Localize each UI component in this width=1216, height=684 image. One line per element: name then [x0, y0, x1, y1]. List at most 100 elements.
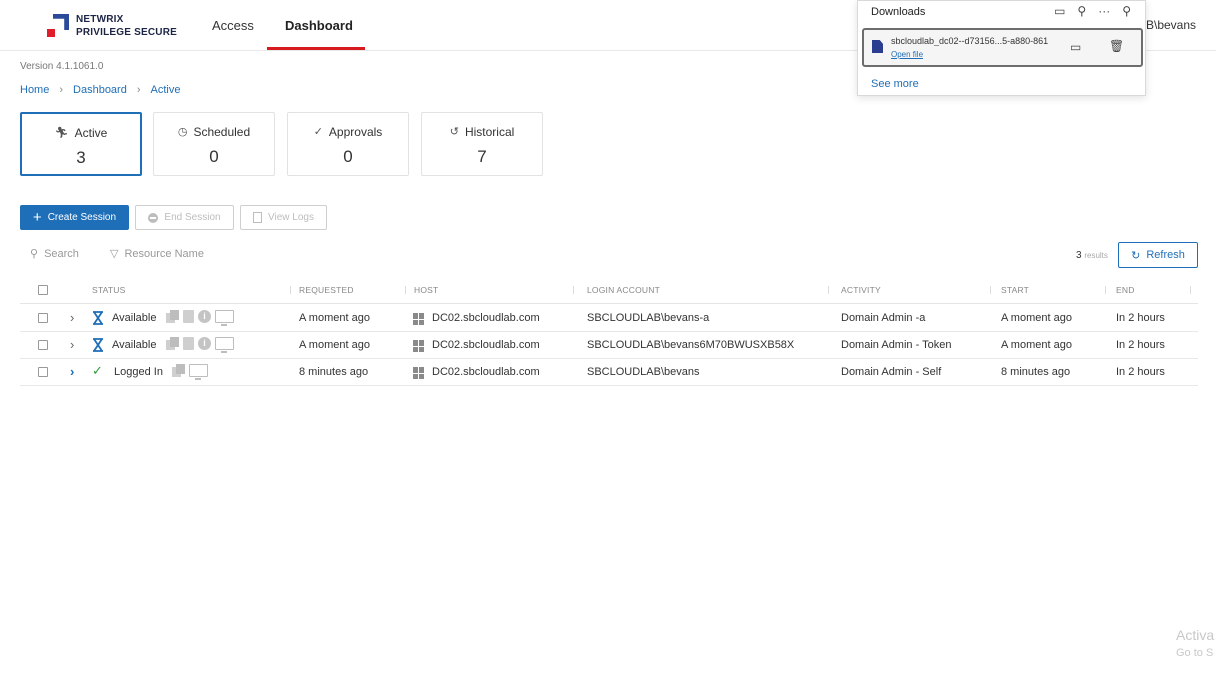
- row-checkbox[interactable]: [38, 313, 48, 323]
- tab-access[interactable]: Access: [212, 18, 254, 33]
- download-file-name: sbcloudlab_dc02--d73156...5-a880-861: [891, 36, 1049, 46]
- header-host[interactable]: HOST: [414, 285, 438, 295]
- expand-chevron-icon[interactable]: ›: [70, 337, 74, 352]
- card-count: 7: [477, 147, 487, 166]
- requested-cell: A moment ago: [299, 312, 370, 324]
- more-options-icon[interactable]: ···: [1098, 4, 1110, 18]
- pin-icon[interactable]: ⚲: [1122, 4, 1131, 18]
- trash-icon[interactable]: 🗑︎: [1109, 39, 1124, 53]
- refresh-button[interactable]: ↻ Refresh: [1118, 242, 1198, 268]
- create-session-button[interactable]: + Create Session: [20, 205, 129, 230]
- clipboard-icon[interactable]: [183, 310, 194, 323]
- table-row[interactable]: › ✓ Logged In 8 minutes ago DC02.sbcloud…: [20, 359, 1198, 386]
- requested-cell: A moment ago: [299, 339, 370, 351]
- card-active[interactable]: 🏃︎ Active 3: [20, 112, 142, 176]
- breadcrumb-active[interactable]: Active: [151, 84, 181, 96]
- download-item[interactable]: sbcloudlab_dc02--d73156...5-a880-861 Ope…: [862, 28, 1143, 67]
- see-more-link[interactable]: See more: [871, 78, 919, 90]
- history-icon: ↺: [449, 126, 459, 138]
- select-all-checkbox[interactable]: [38, 285, 48, 295]
- host-cell: DC02.sbcloudlab.com: [432, 339, 540, 351]
- copy-icon[interactable]: [166, 310, 179, 323]
- info-icon[interactable]: i: [198, 337, 211, 350]
- active-tab-indicator: [267, 47, 365, 50]
- monitor-icon[interactable]: [215, 337, 234, 353]
- downloads-toolbar: ▭ ⚲ ··· ⚲: [1054, 4, 1131, 18]
- card-count: 0: [209, 147, 219, 166]
- monitor-icon[interactable]: [215, 310, 234, 326]
- card-historical[interactable]: ↺ Historical 7: [421, 112, 543, 176]
- login-cell: SBCLOUDLAB\bevans6M70BWUSXB58X: [587, 339, 795, 351]
- search-icon[interactable]: ⚲: [1077, 4, 1086, 18]
- version-label: Version 4.1.1061.0: [20, 61, 104, 72]
- document-icon: [253, 212, 263, 223]
- monitor-icon[interactable]: [189, 364, 208, 380]
- breadcrumb-dashboard[interactable]: Dashboard: [73, 84, 127, 96]
- card-count: 3: [76, 148, 86, 167]
- resource-name-filter[interactable]: ▽ Resource Name: [110, 247, 204, 261]
- info-icon[interactable]: i: [198, 310, 211, 323]
- header-requested[interactable]: REQUESTED: [299, 285, 354, 295]
- copy-icon[interactable]: [166, 337, 179, 350]
- breadcrumb-home[interactable]: Home: [20, 84, 49, 96]
- card-label: Historical: [464, 125, 515, 139]
- chevron-right-icon: ›: [59, 84, 64, 96]
- card-scheduled[interactable]: ◷ Scheduled 0: [153, 112, 275, 176]
- copy-icon[interactable]: [172, 364, 185, 377]
- folder-icon[interactable]: ▭: [1054, 4, 1065, 18]
- checkmark-icon: ✓: [92, 363, 103, 378]
- row-checkbox[interactable]: [38, 340, 48, 350]
- view-logs-button[interactable]: View Logs: [240, 205, 327, 230]
- clipboard-icon[interactable]: [183, 337, 194, 350]
- row-checkbox[interactable]: [38, 367, 48, 377]
- status-text: Available: [112, 312, 157, 324]
- end-session-button[interactable]: End Session: [135, 205, 234, 230]
- windows-icon: [413, 367, 425, 379]
- resource-filter-label: Resource Name: [124, 247, 204, 260]
- breadcrumb: Home › Dashboard › Active: [20, 84, 180, 96]
- downloads-title: Downloads: [871, 6, 926, 18]
- logo-text: NETWRIX PRIVILEGE SECURE: [76, 14, 177, 38]
- activity-cell: Domain Admin - Token: [841, 339, 952, 351]
- checkmark-icon: ✓: [313, 126, 323, 138]
- plus-icon: +: [32, 209, 42, 226]
- requested-cell: 8 minutes ago: [299, 366, 369, 378]
- status-text: Available: [112, 339, 157, 351]
- netwrix-logo[interactable]: [47, 14, 71, 38]
- end-session-label: End Session: [164, 212, 221, 223]
- expand-chevron-icon[interactable]: ›: [70, 310, 74, 325]
- view-logs-label: View Logs: [268, 212, 314, 223]
- header-start[interactable]: START: [1001, 285, 1029, 295]
- header-login-account[interactable]: LOGIN ACCOUNT: [587, 285, 660, 295]
- end-cell: In 2 hours: [1116, 366, 1165, 378]
- tab-dashboard[interactable]: Dashboard: [285, 18, 353, 33]
- search-input[interactable]: ⚲ Search: [30, 247, 79, 261]
- minus-circle-icon: [148, 212, 159, 223]
- table-row[interactable]: › Available i A moment ago DC02.sbcloudl…: [20, 305, 1198, 332]
- row-action-icons: i: [166, 310, 234, 326]
- header-status[interactable]: STATUS: [92, 285, 125, 295]
- hourglass-icon: [93, 311, 103, 325]
- header-activity[interactable]: ACTIVITY: [841, 285, 881, 295]
- end-cell: In 2 hours: [1116, 312, 1165, 324]
- login-cell: SBCLOUDLAB\bevans: [587, 366, 700, 378]
- host-cell: DC02.sbcloudlab.com: [432, 312, 540, 324]
- refresh-label: Refresh: [1146, 249, 1185, 261]
- status-text: Logged In: [114, 366, 163, 378]
- windows-icon: [413, 313, 425, 325]
- header-end[interactable]: END: [1116, 285, 1135, 295]
- card-count: 0: [343, 147, 353, 166]
- card-approvals[interactable]: ✓ Approvals 0: [287, 112, 409, 176]
- expand-chevron-icon[interactable]: ›: [70, 364, 74, 379]
- clock-icon: ◷: [177, 126, 188, 138]
- show-in-folder-icon[interactable]: ▭: [1070, 40, 1081, 54]
- card-label: Active: [74, 126, 108, 140]
- filter-icon: ▽: [110, 248, 119, 260]
- file-icon: [872, 40, 883, 53]
- open-file-link[interactable]: Open file: [891, 50, 923, 59]
- user-menu[interactable]: B\bevans: [1146, 18, 1196, 32]
- table-row[interactable]: › Available i A moment ago DC02.sbcloudl…: [20, 332, 1198, 359]
- activity-cell: Domain Admin -a: [841, 312, 926, 324]
- chevron-right-icon: ›: [136, 84, 141, 96]
- login-cell: SBCLOUDLAB\bevans-a: [587, 312, 710, 324]
